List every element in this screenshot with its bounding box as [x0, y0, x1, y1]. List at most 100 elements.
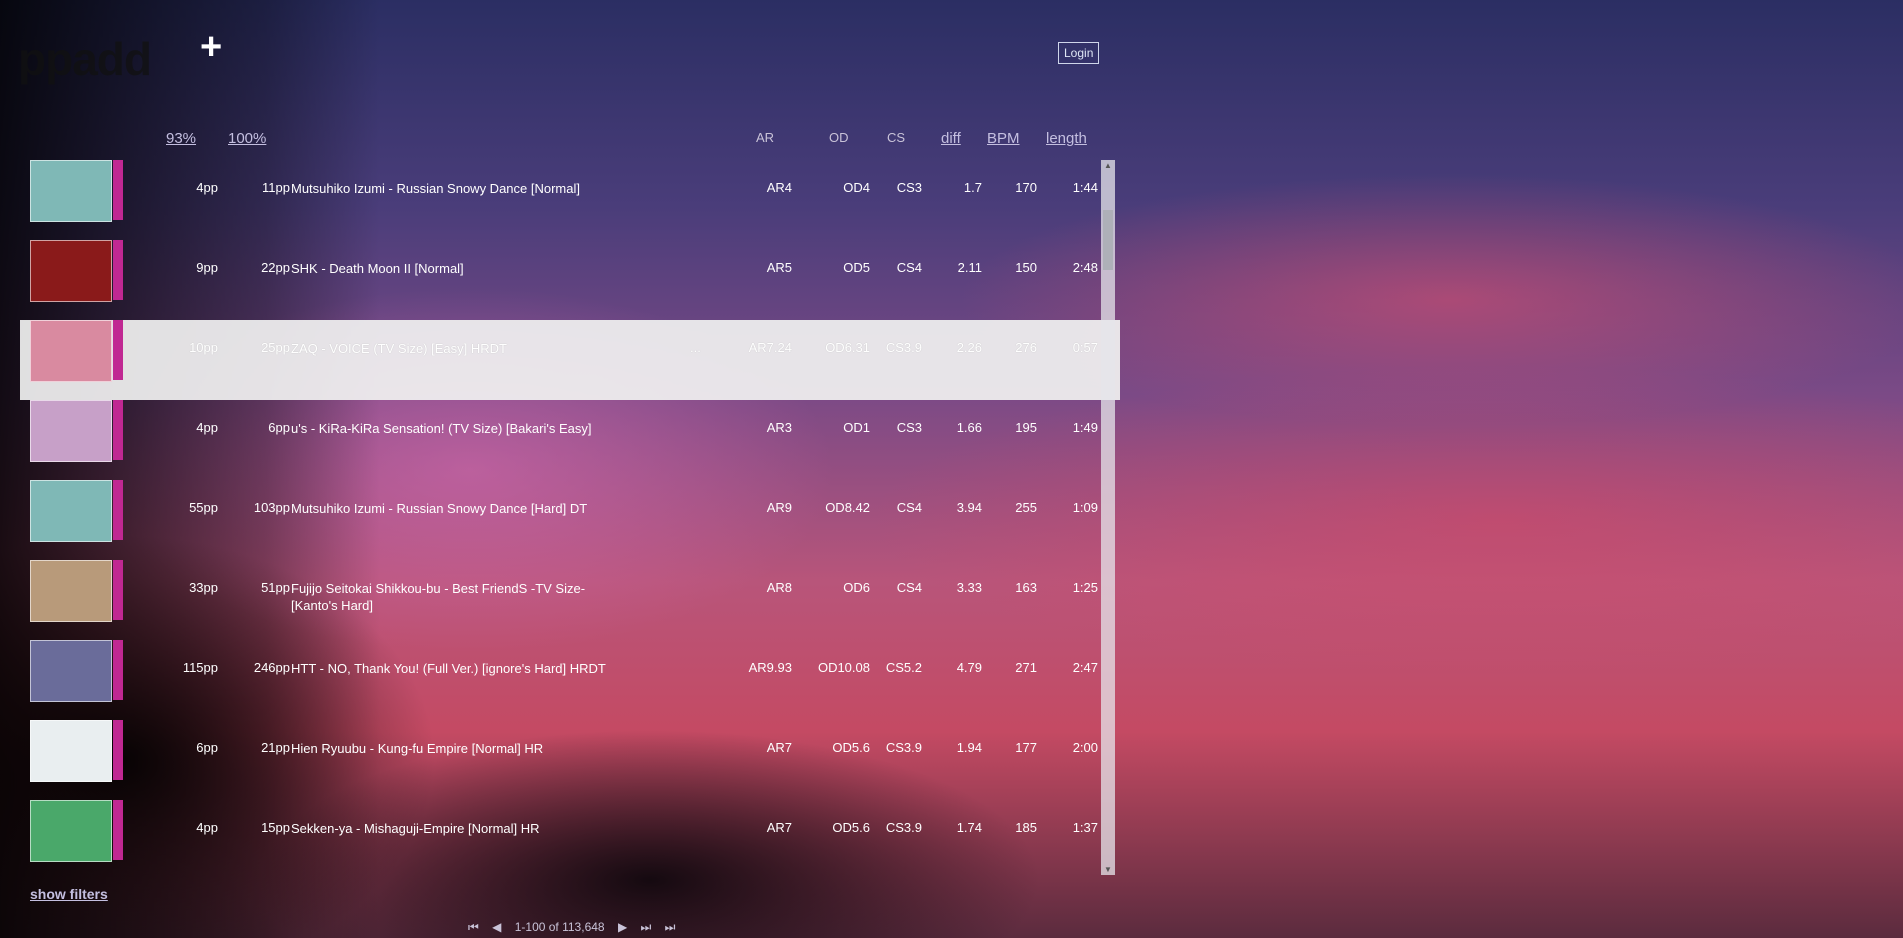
site-logo[interactable]: ppadd	[18, 32, 152, 86]
od-value: OD6.31	[825, 340, 870, 355]
next-fast-icon[interactable]: ⏭	[641, 920, 652, 934]
pp-100-value: 6pp	[268, 420, 290, 435]
more-options-button[interactable]: ...	[690, 340, 701, 355]
beatmap-thumbnail[interactable]	[30, 720, 112, 782]
prev-page-icon[interactable]: ◀	[492, 920, 501, 934]
beatmap-thumbnail[interactable]	[30, 160, 112, 222]
length-value: 1:09	[1072, 500, 1098, 515]
table-row[interactable]: 4pp 6pp AR3 OD1 CS3 1.66 195 1:49 u's - KiRa-KiR…	[20, 400, 1120, 480]
beatmap-thumbnail[interactable]	[30, 240, 112, 302]
pp-93-value: 33pp	[189, 580, 218, 595]
scroll-up-icon[interactable]: ▲	[1104, 161, 1112, 170]
beatmap-title[interactable]: Fujijo Seitokai Shikkou-bu - Best Friend…	[291, 580, 621, 614]
login-button[interactable]: Login	[1058, 42, 1100, 64]
od-value: OD10.08	[817, 660, 870, 675]
ar-value: AR3	[766, 420, 792, 435]
table-row[interactable]: 55pp 103pp AR9 OD8.42 CS4 3.94 255 1:09 Mutsuhik…	[20, 480, 1120, 560]
next-page-icon[interactable]: ▶	[618, 920, 627, 934]
cs-value: CS3	[896, 180, 922, 195]
beatmap-title[interactable]: Mutsuhiko Izumi - Russian Snowy Dance [H…	[291, 500, 621, 517]
column-header-bpm[interactable]: BPM	[987, 130, 1020, 147]
diff-value: 1.74	[956, 820, 982, 835]
length-value: 2:00	[1072, 740, 1098, 755]
pp-93-value: 115pp	[182, 660, 218, 675]
pp-100-value: 21pp	[261, 740, 290, 755]
table-row[interactable]: 33pp 51pp AR8 OD6 CS4 3.33 163 1:25 Fujijo Seito…	[20, 560, 1120, 640]
pp-100-value: 15pp	[261, 820, 290, 835]
status-strip	[113, 480, 123, 540]
pp-100-value: 51pp	[261, 580, 290, 595]
beatmap-thumbnail[interactable]	[30, 400, 112, 462]
pp-93-value: 4pp	[196, 420, 218, 435]
pp-93-value: 4pp	[196, 180, 218, 195]
scrollbar[interactable]: ▲ ▼	[1101, 160, 1115, 875]
column-header-diff[interactable]: diff	[941, 130, 961, 147]
cs-value: CS3.9	[885, 820, 922, 835]
length-value: 2:48	[1072, 260, 1098, 275]
diff-value: 1.66	[956, 420, 982, 435]
bpm-value: 170	[1015, 180, 1037, 195]
beatmap-thumbnail[interactable]	[30, 320, 112, 382]
beatmap-title[interactable]: ZAQ - VOICE (TV Size) [Easy] HRDT	[291, 340, 621, 357]
table-row[interactable]: 6pp 21pp AR7 OD5.6 CS3.9 1.94 177 2:00 Hien Ryuu…	[20, 720, 1120, 800]
length-value: 1:37	[1072, 820, 1098, 835]
ar-value: AR4	[766, 180, 792, 195]
status-strip	[113, 720, 123, 780]
pp-100-value: 25pp	[261, 340, 290, 355]
table-row[interactable]: 10pp 25pp AR7.24 OD6.31 CS3.9 2.26 276 0:57 ZAQ …	[20, 320, 1120, 400]
scroll-down-icon[interactable]: ▼	[1104, 865, 1112, 874]
first-page-icon[interactable]: ⏮	[468, 920, 479, 934]
od-value: OD4	[843, 180, 870, 195]
table-row[interactable]: 9pp 22pp AR5 OD5 CS4 2.11 150 2:48 SHK - Death M…	[20, 240, 1120, 320]
bpm-value: 255	[1015, 500, 1037, 515]
bpm-value: 185	[1015, 820, 1037, 835]
beatmap-thumbnail[interactable]	[30, 640, 112, 702]
bpm-value: 271	[1015, 660, 1037, 675]
bpm-value: 150	[1015, 260, 1037, 275]
table-row[interactable]: 115pp 246pp AR9.93 OD10.08 CS5.2 4.79 271 2:47 H…	[20, 640, 1120, 720]
status-strip	[113, 240, 123, 300]
beatmap-title[interactable]: u's - KiRa-KiRa Sensation! (TV Size) [Ba…	[291, 420, 621, 437]
diff-value: 3.94	[956, 500, 982, 515]
scroll-thumb[interactable]	[1103, 210, 1113, 270]
pp-93-value: 4pp	[196, 820, 218, 835]
status-strip	[113, 560, 123, 620]
od-value: OD5.6	[832, 740, 870, 755]
add-map-button[interactable]: +	[200, 28, 222, 66]
table-row[interactable]: 4pp 15pp AR7 OD5.6 CS3.9 1.74 185 1:37 Sekken-ya…	[20, 800, 1120, 880]
bpm-value: 177	[1015, 740, 1037, 755]
diff-value: 2.26	[956, 340, 982, 355]
length-value: 2:47	[1072, 660, 1098, 675]
beatmap-title[interactable]: Sekken-ya - Mishaguji-Empire [Normal] HR	[291, 820, 621, 837]
cs-value: CS3	[896, 420, 922, 435]
od-value: OD1	[843, 420, 870, 435]
diff-value: 1.7	[963, 180, 982, 195]
beatmap-title[interactable]: SHK - Death Moon II [Normal]	[291, 260, 621, 277]
bpm-value: 195	[1015, 420, 1037, 435]
show-filters-link[interactable]: show filters	[30, 886, 108, 902]
cs-value: CS3.9	[885, 740, 922, 755]
od-value: OD5	[843, 260, 870, 275]
column-header-100-percent[interactable]: 100%	[228, 130, 266, 147]
length-value: 1:44	[1072, 180, 1098, 195]
beatmap-title[interactable]: Mutsuhiko Izumi - Russian Snowy Dance [N…	[291, 180, 621, 197]
length-value: 1:25	[1072, 580, 1098, 595]
last-page-icon[interactable]: ⏭	[665, 920, 676, 934]
table-row[interactable]: 4pp 11pp AR4 OD4 CS3 1.7 170 1:44 Mutsuhiko Izum…	[20, 160, 1120, 240]
beatmap-thumbnail[interactable]	[30, 560, 112, 622]
od-value: OD6	[843, 580, 870, 595]
beatmap-title[interactable]: Hien Ryuubu - Kung-fu Empire [Normal] HR	[291, 740, 621, 757]
beatmap-thumbnail[interactable]	[30, 800, 112, 862]
column-header-length[interactable]: length	[1046, 130, 1087, 147]
beatmap-title[interactable]: HTT - NO, Thank You! (Full Ver.) [ignore…	[291, 660, 621, 677]
diff-value: 4.79	[956, 660, 982, 675]
page-range: 1-100 of 113,648	[514, 920, 605, 934]
pp-100-value: 22pp	[261, 260, 290, 275]
beatmap-thumbnail[interactable]	[30, 480, 112, 542]
bpm-value: 276	[1015, 340, 1037, 355]
ar-value: AR5	[766, 260, 792, 275]
cs-value: CS3.9	[885, 340, 922, 355]
length-value: 0:57	[1072, 340, 1098, 355]
cs-value: CS4	[896, 260, 922, 275]
column-header-93-percent[interactable]: 93%	[166, 130, 196, 147]
